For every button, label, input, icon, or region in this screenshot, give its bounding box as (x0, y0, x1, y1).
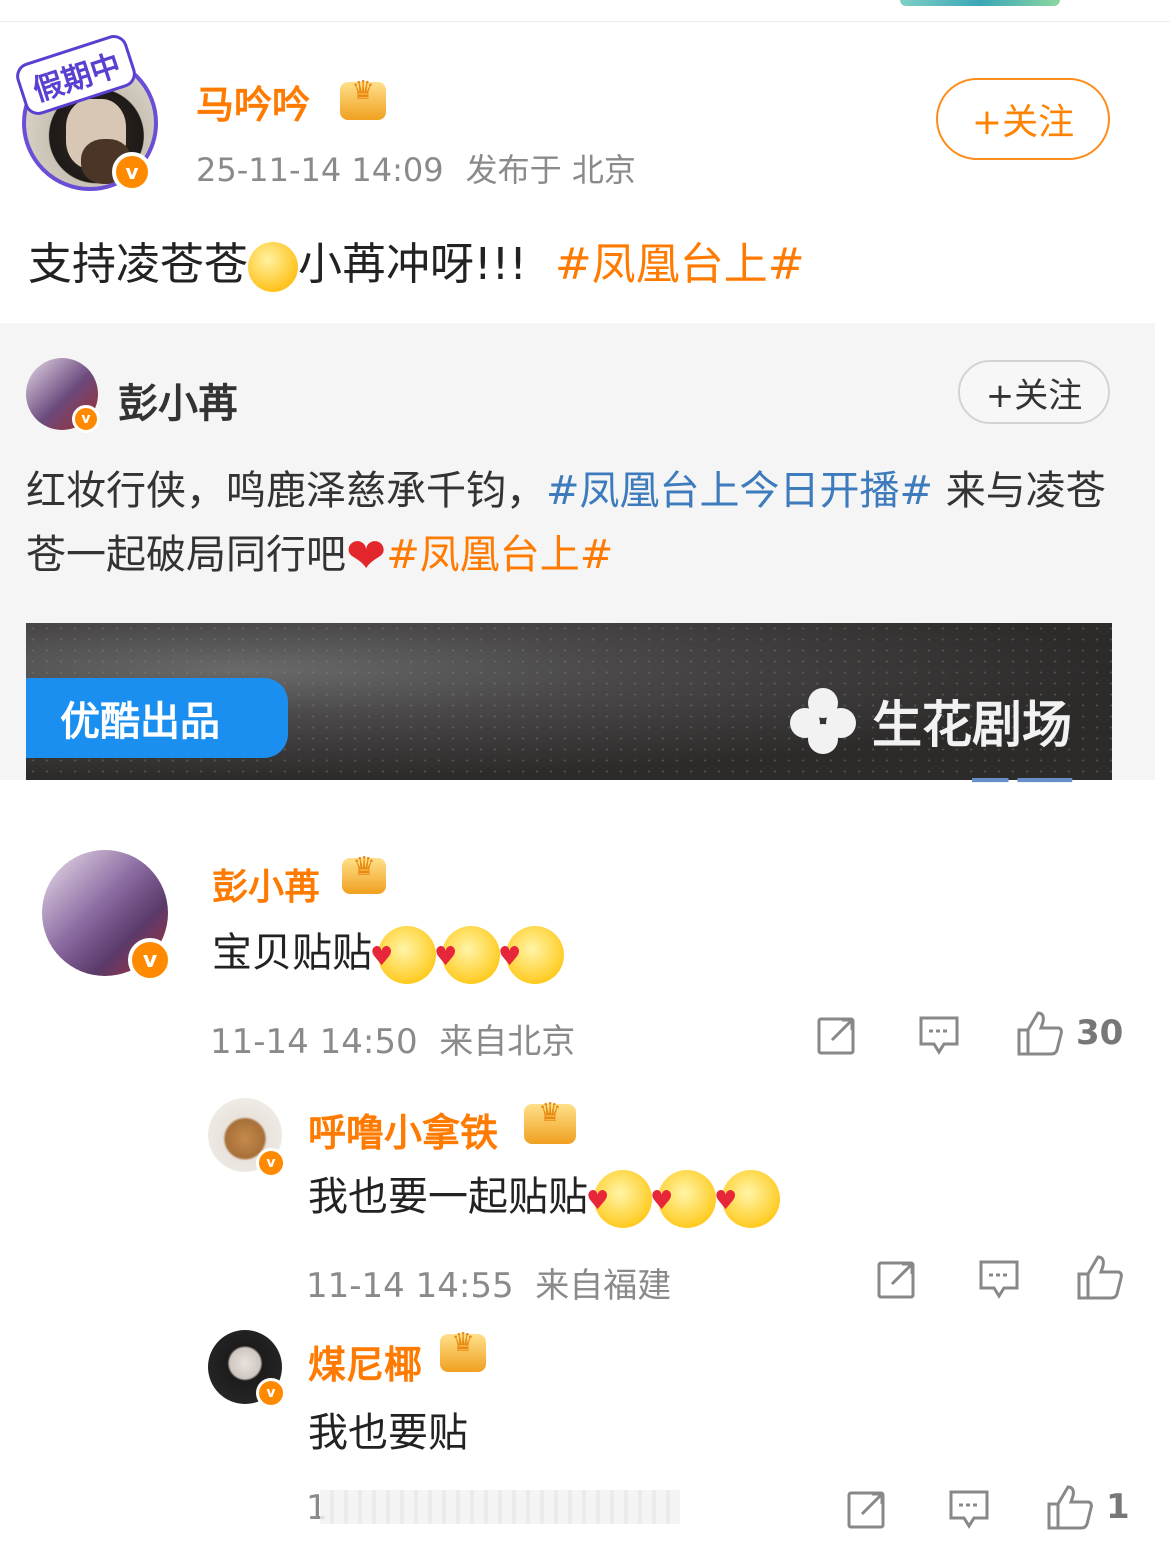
heart-emoji-icon: ❤ (346, 528, 387, 584)
crown-badge-icon (440, 1328, 486, 1372)
verified-badge-icon: v (256, 1148, 286, 1178)
reply-text: 我也要一起贴贴 (308, 1164, 780, 1228)
kiss-emoji-icon (586, 1170, 652, 1228)
repost-button[interactable] (846, 1488, 888, 1530)
like-button[interactable] (1076, 1254, 1124, 1300)
kiss-emoji-icon (650, 1170, 716, 1228)
crown-badge-icon (524, 1098, 576, 1144)
repost-button[interactable] (816, 1014, 858, 1056)
like-count: 30 (1076, 1013, 1124, 1053)
comment-author[interactable]: 彭小苒 (212, 858, 320, 910)
shenghua-brand: 生花剧场 (790, 685, 1072, 757)
follow-button[interactable]: +关注 (936, 78, 1110, 160)
comment-icon (949, 1490, 989, 1529)
repost-follow-button[interactable]: +关注 (958, 360, 1110, 424)
comment-button[interactable] (948, 1488, 990, 1530)
post-meta: 25-11-14 14:09 发布于 北京 (196, 145, 636, 191)
post-author-name[interactable]: 马吟吟 (196, 74, 310, 129)
repost-text-part1: 红妆行侠，鸣鹿泽慈承千钧， (26, 468, 546, 514)
post-timestamp: 25-11-14 14:09 (196, 151, 444, 189)
repost-icon (817, 1017, 855, 1055)
post-topic-link[interactable]: #凤凰台上# (555, 239, 805, 290)
verified-badge-icon: v (128, 938, 172, 982)
reply-text-body: 我也要一起贴贴 (308, 1174, 588, 1220)
like-button[interactable]: 1 (1046, 1484, 1130, 1530)
like-icon (1077, 1255, 1123, 1300)
post-text: 支持凌苍苍 小苒冲呀!!! #凤凰台上# (28, 228, 805, 292)
top-image-edge (900, 0, 1060, 6)
repost-topic-link-orange[interactable]: #凤凰台上# (386, 532, 613, 578)
verified-badge-icon: v (256, 1378, 286, 1408)
repost-media-banner[interactable]: 优酷出品 生花剧场 (26, 623, 1112, 780)
reply-author[interactable]: 呼噜小拿铁 (308, 1102, 498, 1157)
comment-meta: 11-14 14:50 来自北京 (210, 1014, 575, 1063)
youku-tag: 优酷出品 (26, 678, 288, 758)
post-location: 发布于 北京 (465, 151, 636, 189)
like-count: 1 (1106, 1487, 1130, 1527)
repost-icon (847, 1491, 885, 1529)
cheer-emoji-icon (248, 242, 298, 292)
post-text-part2: 小苒冲呀!!! (298, 239, 527, 290)
verified-badge-icon: v (112, 152, 152, 192)
crown-badge-icon (342, 852, 386, 894)
comment-button[interactable] (918, 1014, 960, 1056)
kiss-emoji-icon (714, 1170, 780, 1228)
like-icon (1047, 1485, 1093, 1530)
like-button[interactable]: 30 (1016, 1010, 1123, 1056)
comment-icon (919, 1016, 959, 1055)
comment-text: 宝贝贴贴 (212, 920, 564, 984)
repost-author-name[interactable]: 彭小苒 (118, 371, 238, 429)
comment-icon (979, 1260, 1019, 1299)
post-text-part1: 支持凌苍苍 (28, 239, 248, 290)
comment-button[interactable] (978, 1258, 1020, 1300)
blurred-meta-region (320, 1490, 680, 1524)
like-icon (1017, 1011, 1063, 1056)
repost-card[interactable]: v 彭小苒 +关注 红妆行侠，鸣鹿泽慈承千钧，#凤凰台上今日开播# 来与凌苍苍一… (0, 323, 1155, 780)
shenghua-brand-text: 生花剧场 (872, 696, 1072, 754)
comment-location: 来自北京 (439, 1022, 576, 1062)
reply-time: 11-14 14:55 (306, 1266, 514, 1306)
flower-logo-icon (790, 688, 856, 754)
crown-badge-icon (340, 76, 386, 120)
repost-button[interactable] (876, 1258, 918, 1300)
repost-text: 红妆行侠，鸣鹿泽慈承千钧，#凤凰台上今日开播# 来与凌苍苍一起破局同行吧❤#凤凰… (26, 459, 1116, 588)
reply-text: 我也要贴 (308, 1410, 468, 1456)
kiss-emoji-icon (370, 926, 436, 984)
repost-topic-link-blue[interactable]: #凤凰台上今日开播# (546, 468, 933, 514)
repost-icon (877, 1261, 915, 1299)
comment-text-body: 宝贝贴贴 (212, 930, 372, 976)
kiss-emoji-icon (498, 926, 564, 984)
verified-badge-icon: v (72, 405, 100, 433)
reply-author[interactable]: 煤尼椰 (308, 1334, 422, 1389)
comment-time: 11-14 14:50 (210, 1022, 418, 1062)
reply-location: 来自福建 (535, 1266, 672, 1306)
kiss-emoji-icon (434, 926, 500, 984)
reply-meta: 11-14 14:55 来自福建 (306, 1258, 671, 1307)
clipped-link-text: ━━ ━━━ (972, 778, 1122, 790)
